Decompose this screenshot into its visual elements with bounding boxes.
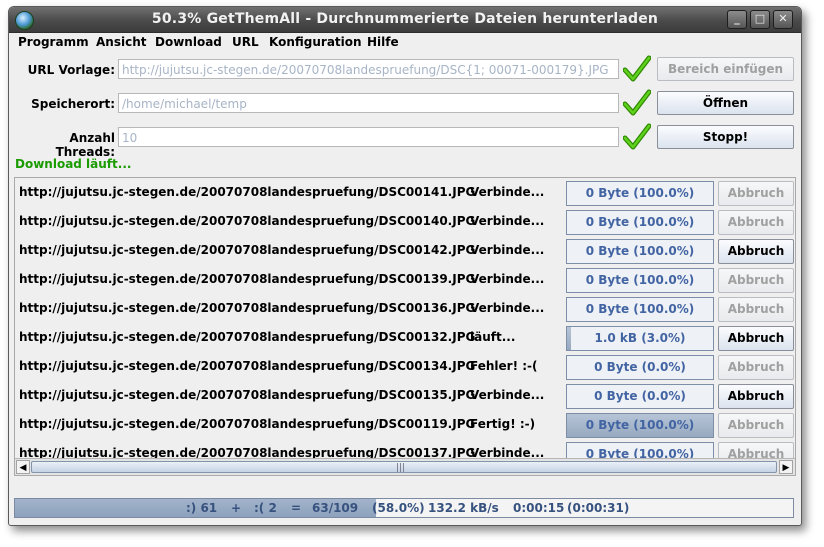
stop-button[interactable]: Stopp! — [657, 125, 794, 149]
download-progress-text: 0 Byte (0.0%) — [594, 389, 686, 403]
abort-button[interactable]: Abbruch — [718, 210, 794, 235]
url-valid-check-icon — [623, 55, 651, 82]
download-progress-bar: 0 Byte (100.0%) — [566, 239, 714, 264]
download-progress-bar: 0 Byte (100.0%) — [566, 268, 714, 293]
download-progress-text: 0 Byte (100.0%) — [585, 418, 695, 432]
abort-button[interactable]: Abbruch — [718, 326, 794, 351]
download-state: Fehler! :-( — [470, 359, 538, 373]
horizontal-scrollbar[interactable]: ◀ ||| ▶ — [15, 458, 795, 475]
download-progress-bar: 0 Byte (100.0%) — [566, 181, 714, 206]
download-row: http://jujutsu.jc-stegen.de/20070708land… — [15, 410, 795, 439]
download-row: http://jujutsu.jc-stegen.de/20070708land… — [15, 265, 795, 294]
download-state: Verbinde... — [470, 243, 545, 257]
menu-download[interactable]: Download — [155, 35, 222, 49]
download-url: http://jujutsu.jc-stegen.de/20070708land… — [19, 417, 476, 431]
abort-button[interactable]: Abbruch — [718, 355, 794, 380]
download-progress-bar: 0 Byte (0.0%) — [566, 384, 714, 409]
menu-url[interactable]: URL — [232, 35, 259, 49]
download-state: Verbinde... — [470, 301, 545, 315]
done-percent: (58.0%) — [372, 501, 425, 515]
scrollbar-grip-icon: ||| — [396, 463, 406, 473]
download-row: http://jujutsu.jc-stegen.de/20070708land… — [15, 178, 795, 207]
success-count: :) 61 — [186, 501, 218, 515]
title-bar[interactable]: 50.3% GetThemAll - Durchnummerierte Date… — [9, 7, 801, 33]
download-progress-bar: 0 Byte (0.0%) — [566, 355, 714, 380]
download-progress-text: 0 Byte (100.0%) — [585, 273, 695, 287]
open-button[interactable]: Öffnen — [657, 91, 794, 115]
download-state: läuft... — [470, 330, 516, 344]
download-progress-text: 0 Byte (100.0%) — [585, 186, 695, 200]
download-row: http://jujutsu.jc-stegen.de/20070708land… — [15, 207, 795, 236]
download-progress-text: 1.0 kB (3.0%) — [594, 331, 686, 345]
download-url: http://jujutsu.jc-stegen.de/20070708land… — [19, 272, 476, 286]
insert-range-button[interactable]: Bereich einfügen — [657, 57, 794, 81]
url-template-input[interactable]: http://jujutsu.jc-stegen.de/20070708land… — [118, 59, 619, 79]
scroll-left-arrow-icon[interactable]: ◀ — [16, 460, 30, 474]
done-total: 63/109 — [312, 501, 359, 515]
download-status-message: Download läuft... — [15, 157, 132, 171]
save-location-valid-check-icon — [623, 89, 651, 116]
minimize-button[interactable]: _ — [727, 10, 747, 29]
download-speed: 132.2 kB/s — [428, 501, 499, 515]
failure-count: :( 2 — [254, 501, 277, 515]
scrollbar-thumb[interactable]: ||| — [31, 461, 777, 473]
download-url: http://jujutsu.jc-stegen.de/20070708land… — [19, 214, 476, 228]
abort-button[interactable]: Abbruch — [718, 181, 794, 206]
download-progress-bar: 1.0 kB (3.0%) — [566, 326, 714, 351]
download-url: http://jujutsu.jc-stegen.de/20070708land… — [19, 359, 476, 373]
download-url: http://jujutsu.jc-stegen.de/20070708land… — [19, 301, 476, 315]
download-progress-text: 0 Byte (100.0%) — [585, 215, 695, 229]
plus-sign: + — [231, 501, 242, 515]
app-window: 50.3% GetThemAll - Durchnummerierte Date… — [8, 6, 802, 526]
download-progress-bar: 0 Byte (100.0%) — [566, 413, 714, 438]
download-state: Verbinde... — [470, 388, 545, 402]
save-location-label: Speicherort: — [31, 97, 115, 111]
menu-programm[interactable]: Programm — [18, 35, 89, 49]
save-location-input[interactable]: /home/michael/temp — [118, 93, 619, 113]
download-url: http://jujutsu.jc-stegen.de/20070708land… — [19, 330, 476, 344]
url-template-label: URL Vorlage: — [27, 63, 115, 77]
remaining-time: (0:00:31) — [567, 501, 630, 515]
abort-button[interactable]: Abbruch — [718, 413, 794, 438]
abort-button[interactable]: Abbruch — [718, 239, 794, 264]
download-url: http://jujutsu.jc-stegen.de/20070708land… — [19, 243, 476, 257]
overall-progress-bar: :) 61 + :( 2 = 63/109 (58.0%) 132.2 kB/s… — [14, 498, 794, 518]
thread-count-label: Anzahl Threads: — [55, 131, 115, 159]
abort-button[interactable]: Abbruch — [718, 384, 794, 409]
scroll-right-arrow-icon[interactable]: ▶ — [779, 460, 793, 474]
abort-button[interactable]: Abbruch — [718, 297, 794, 322]
download-state: Verbinde... — [470, 185, 545, 199]
download-progress-text: 0 Byte (0.0%) — [594, 360, 686, 374]
download-url: http://jujutsu.jc-stegen.de/20070708land… — [19, 185, 476, 199]
menu-bar: Programm Ansicht Download URL Konfigurat… — [9, 33, 801, 53]
download-state: Fertig! :-) — [470, 417, 536, 431]
download-progress-bar: 0 Byte (100.0%) — [566, 210, 714, 235]
download-row: http://jujutsu.jc-stegen.de/20070708land… — [15, 323, 795, 352]
close-button[interactable]: ✕ — [773, 10, 793, 29]
download-url: http://jujutsu.jc-stegen.de/20070708land… — [19, 388, 476, 402]
menu-ansicht[interactable]: Ansicht — [96, 35, 146, 49]
maximize-button[interactable]: □ — [750, 10, 770, 29]
download-list: http://jujutsu.jc-stegen.de/20070708land… — [14, 177, 796, 476]
abort-button[interactable]: Abbruch — [718, 268, 794, 293]
download-row: http://jujutsu.jc-stegen.de/20070708land… — [15, 294, 795, 323]
window-title: 50.3% GetThemAll - Durchnummerierte Date… — [151, 11, 659, 27]
download-progress-text: 0 Byte (100.0%) — [585, 244, 695, 258]
download-state: Verbinde... — [470, 214, 545, 228]
download-row: http://jujutsu.jc-stegen.de/20070708land… — [15, 236, 795, 265]
thread-count-input[interactable]: 10 — [118, 127, 619, 147]
elapsed-time: 0:00:15 — [513, 501, 565, 515]
menu-hilfe[interactable]: Hilfe — [367, 35, 399, 49]
menu-konfiguration[interactable]: Konfiguration — [269, 35, 362, 49]
thread-count-valid-check-icon — [623, 123, 651, 150]
download-row: http://jujutsu.jc-stegen.de/20070708land… — [15, 381, 795, 410]
download-progress-bar: 0 Byte (100.0%) — [566, 297, 714, 322]
equals-sign: = — [291, 501, 302, 515]
download-state: Verbinde... — [470, 272, 545, 286]
download-progress-text: 0 Byte (100.0%) — [585, 302, 695, 316]
download-row: http://jujutsu.jc-stegen.de/20070708land… — [15, 352, 795, 381]
